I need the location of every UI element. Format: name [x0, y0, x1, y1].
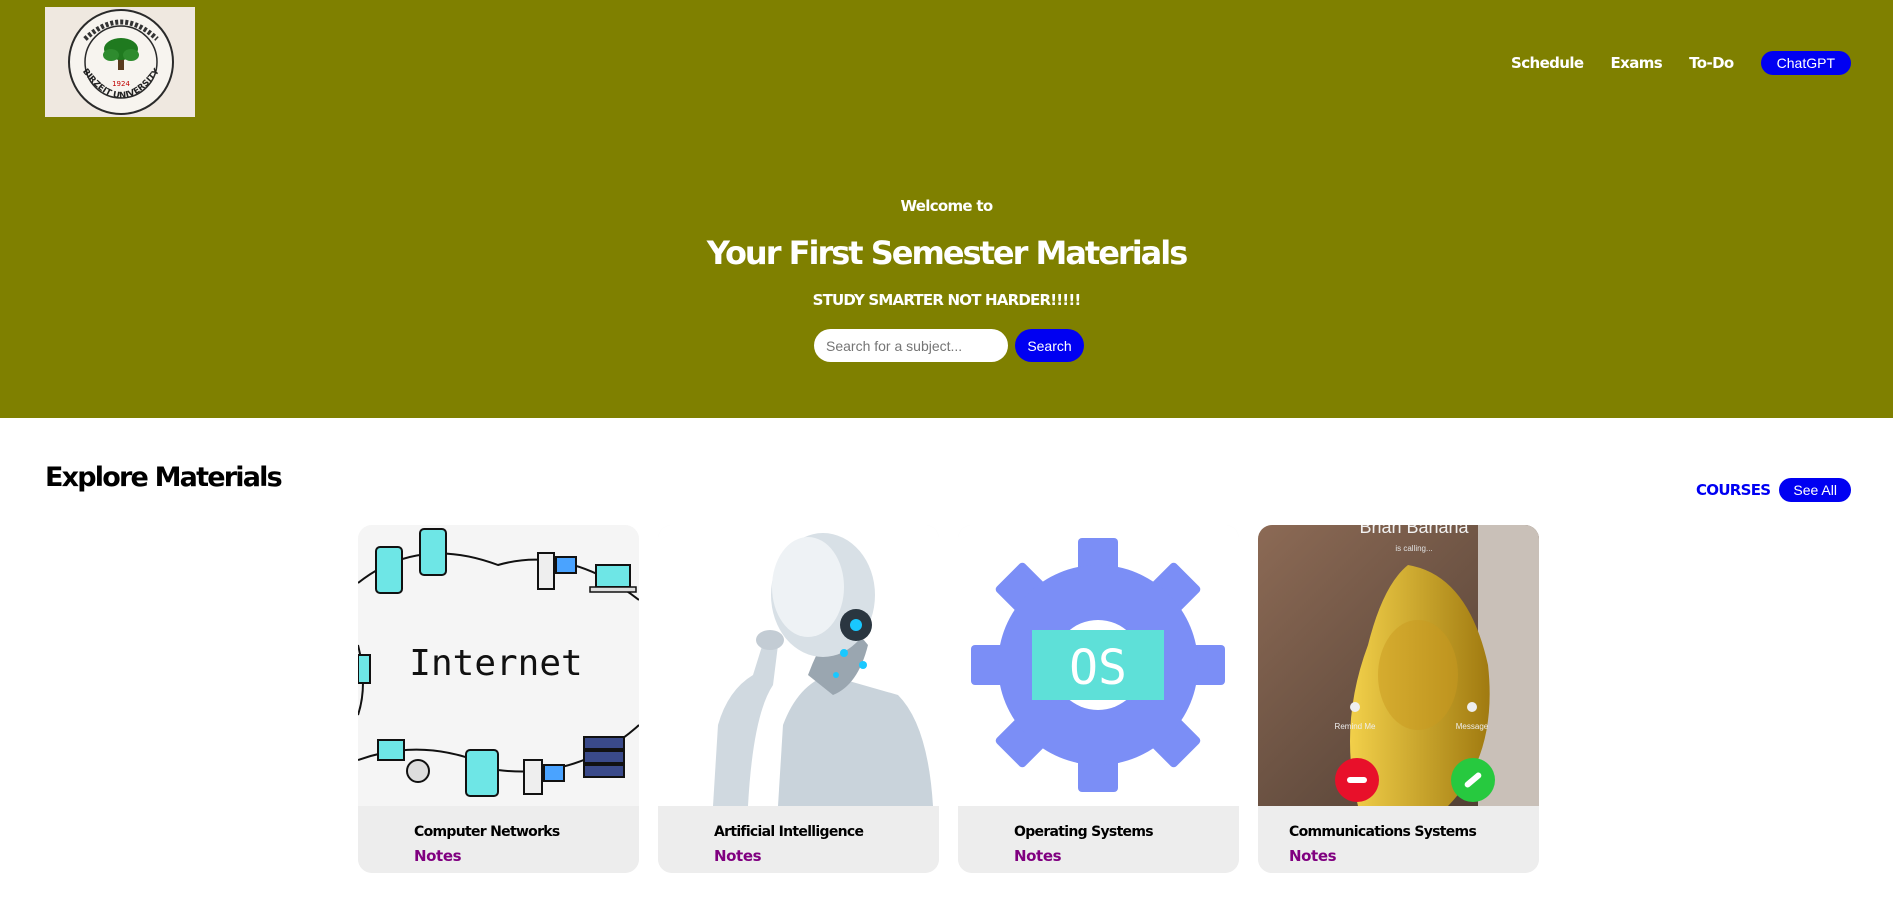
svg-text:OS: OS	[1069, 640, 1127, 696]
university-logo[interactable]: 1924 BIRZEIT UNIVERSITY	[45, 7, 195, 117]
svg-text:Internet: Internet	[409, 643, 582, 684]
svg-text:Message: Message	[1456, 722, 1489, 731]
search-input[interactable]	[814, 329, 1008, 362]
university-seal-icon: 1924 BIRZEIT UNIVERSITY	[45, 7, 195, 117]
nav-todo-link[interactable]: To-Do	[1689, 54, 1734, 72]
courses-header: COURSES See All	[1696, 478, 1851, 502]
card-title: Computer Networks	[414, 824, 560, 840]
nav-schedule-link[interactable]: Schedule	[1511, 54, 1584, 72]
courses-label: COURSES	[1695, 481, 1771, 499]
page-title: Your First Semester Materials	[706, 234, 1189, 272]
card-image: Brian Banana is calling... Remind Me Mes…	[1258, 525, 1539, 806]
nav-exams-link[interactable]: Exams	[1611, 54, 1663, 72]
svg-text:Remind Me: Remind Me	[1335, 722, 1376, 731]
hero-section: 1924 BIRZEIT UNIVERSITY Schedule Exams T…	[0, 0, 1893, 418]
course-card-communications-systems[interactable]: Brian Banana is calling... Remind Me Mes…	[1258, 525, 1539, 873]
course-card-computer-networks[interactable]: Internet Computer Networks Notes	[358, 525, 639, 873]
see-all-button[interactable]: See All	[1779, 478, 1851, 502]
notes-link[interactable]: Notes	[1289, 847, 1337, 865]
card-title: Communications Systems	[1289, 824, 1477, 840]
internet-network-icon: Internet	[358, 525, 639, 806]
thinking-robot-icon	[658, 525, 939, 806]
card-footer: Operating Systems Notes	[958, 811, 1239, 873]
notes-link[interactable]: Notes	[714, 847, 762, 865]
card-footer: Computer Networks Notes	[358, 811, 639, 873]
card-title: Operating Systems	[1014, 824, 1154, 840]
svg-text:1924: 1924	[112, 80, 130, 88]
card-image: Internet	[358, 525, 639, 806]
course-card-artificial-intelligence[interactable]: Artificial Intelligence Notes	[658, 525, 939, 873]
notes-link[interactable]: Notes	[1014, 847, 1062, 865]
chatgpt-button[interactable]: ChatGPT	[1760, 51, 1851, 75]
hero-subtitle: STUDY SMARTER NOT HARDER!!!!!	[812, 291, 1082, 309]
search-bar: Search	[814, 329, 1084, 362]
course-cards: Internet Computer Networks Notes Artific…	[358, 525, 1539, 873]
course-card-operating-systems[interactable]: OS Operating Systems Notes	[958, 525, 1239, 873]
card-footer: Artificial Intelligence Notes	[658, 811, 939, 873]
os-gear-icon: OS	[958, 525, 1239, 806]
search-button[interactable]: Search	[1015, 329, 1084, 362]
top-nav: Schedule Exams To-Do ChatGPT	[1511, 51, 1851, 75]
banana-phone-call-icon: Brian Banana is calling... Remind Me Mes…	[1258, 525, 1539, 806]
card-footer: Communications Systems Notes	[1258, 811, 1539, 873]
card-title: Artificial Intelligence	[714, 824, 864, 840]
explore-title: Explore Materials	[45, 462, 283, 493]
notes-link[interactable]: Notes	[414, 847, 462, 865]
svg-text:is calling...: is calling...	[1395, 544, 1432, 553]
svg-text:Brian Banana: Brian Banana	[1359, 525, 1469, 537]
welcome-text: Welcome to	[900, 197, 993, 215]
card-image: OS	[958, 525, 1239, 806]
card-image	[658, 525, 939, 806]
